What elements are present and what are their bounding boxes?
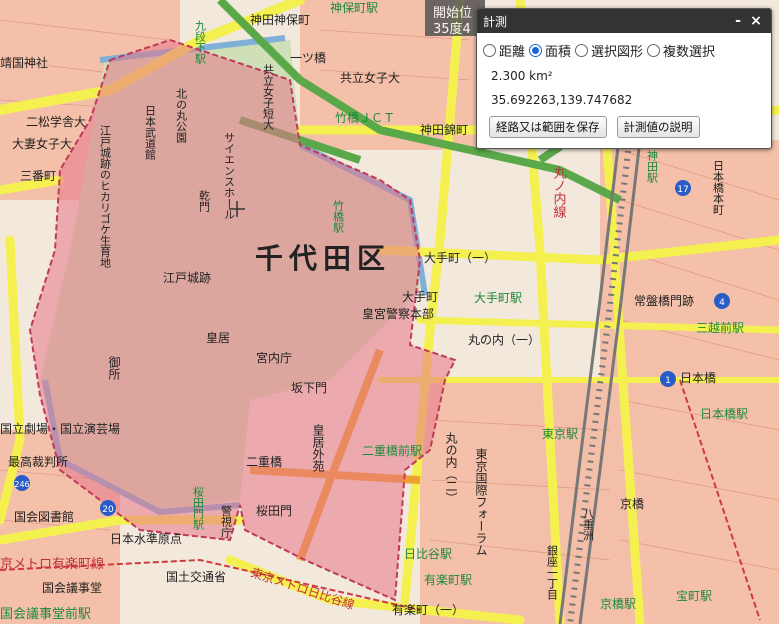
measure-panel-title: 計測 [483,14,508,29]
label-jinbocho-2: 神田神保町 [250,13,310,27]
label-sanbancho: 三番町 [20,169,56,183]
label-kokuritsu: 国立劇場・国立演芸場 [0,421,120,436]
label-kyoritsu: 共立女子大 [340,70,400,85]
mode-area-label: 面積 [545,45,572,60]
mode-selected-shape-label: 選択図形 [591,45,644,60]
label-nihonbashi-sta: 日本橋駅 [700,407,748,421]
label-nijubashimae: 二重橋前駅 [362,443,422,458]
label-marunouchi-line: 丸ノ内線 [551,166,567,218]
radio-area[interactable] [529,44,543,57]
label-otemachi: 大手町 [402,290,438,304]
label-sakuradamon: 桜田門 [256,504,292,518]
label-tokyo-sta: 東京駅 [542,427,578,441]
label-hibiya: 日比谷駅 [404,547,452,561]
svg-text:4: 4 [719,298,725,308]
radio-multi-select[interactable] [647,44,661,57]
mode-radio-group: 距離 面積 選択図形 複数選択 [477,33,771,64]
label-nijubashi: 二重橋 [246,455,282,469]
label-inui: 乾門 [198,190,211,213]
label-saibansho: 最高裁判所 [8,454,68,469]
save-route-button[interactable]: 経路又は範囲を保存 [489,116,607,138]
label-kyoritsu-tandai: 共立女子短大 [262,64,275,130]
label-kyobashi: 京橋 [620,497,644,511]
label-toshokan: 国会図書館 [14,509,74,524]
label-nihonbashi: 日本橋 [680,371,716,385]
label-kunaicho: 宮内庁 [256,350,292,365]
label-kanda-nishiki: 神田錦町 [420,122,468,137]
label-takebashi-jct: 竹橋ＪＣＴ [335,111,395,125]
label-mitsukoshi: 三越前駅 [696,320,744,335]
mode-selected-shape[interactable]: 選択図形 [575,41,643,60]
label-edo-castle: 江戸城跡のヒカリゴケ生育地 [99,125,112,268]
close-button[interactable]: × [747,13,765,29]
label-otemachi1: 大手町（一） [424,251,496,265]
mode-area[interactable]: 面積 [529,41,571,60]
svg-text:1: 1 [665,376,671,386]
label-jinbocho-sta: 神保町駅 [330,1,378,15]
radio-selected-shape[interactable] [575,44,589,57]
label-tokiwabashi: 常盤橋門跡 [634,293,694,308]
label-edojoato: 江戸城跡 [163,270,211,285]
label-marunouchi: 丸の内（一） [468,333,540,347]
label-kokyo: 皇居 [206,331,230,345]
label-keishicho: 警視庁 [220,504,233,538]
mode-distance-label: 距離 [499,45,526,60]
measure-panel: 計測 - × 距離 面積 選択図形 複数選択 2.300 km² 35.6922… [476,8,772,149]
label-yaesu: 八重洲 [582,508,595,541]
label-kokkai: 国会議事堂 [42,581,102,595]
label-sakashita: 坂下門 [291,381,327,395]
mode-multi-select-label: 複数選択 [663,45,716,60]
label-takebashi-sta: 竹橋駅 [332,199,345,234]
svg-text:17: 17 [677,185,688,195]
svg-text:246: 246 [14,480,29,489]
label-ginza: 銀座一丁目 [546,544,559,600]
label-kitanomaru: 北の丸公園 [175,88,188,144]
label-kudanshita-sta: 九段下駅 [194,20,207,65]
svg-text:20: 20 [102,505,114,515]
label-yurakucho-line: 京メトロ有楽町線 [0,556,104,572]
label-kokudo: 国土交通省 [166,569,226,584]
label-kanda-sta: 神田駅 [646,149,659,184]
label-budokan: 日本武道館 [144,105,157,161]
label-kokyo-gaien: 皇居外苑 [311,424,325,473]
minimize-button[interactable]: - [729,13,747,29]
label-takaracho: 宝町駅 [676,589,712,603]
ward-label: 千代田区 [255,242,391,275]
area-value: 2.300 km² [491,69,553,83]
label-nihonbashi-muro: 日本橋本町 [712,160,725,215]
label-yurakucho-sta: 有楽町駅 [424,573,472,587]
measure-panel-header[interactable]: 計測 - × [477,9,771,33]
label-yurakucho1: 有楽町（一） [392,603,464,617]
label-science: サイエンスホール [223,132,236,220]
label-gosho: 御所 [107,355,121,380]
start-position-line2: 35度4 [433,22,471,37]
coordinate-value: 35.692263,139.747682 [491,93,633,107]
label-nishogakusha: 二松学舎大 [26,114,86,129]
mode-multi-select[interactable]: 複数選択 [647,41,715,60]
label-marunouchi2: 丸の内（二） [444,432,458,504]
label-yasukuni: 靖国神社 [0,55,48,70]
label-otsuma: 大妻女子大 [12,136,72,151]
explain-button[interactable]: 計測値の説明 [616,116,700,138]
mode-distance[interactable]: 距離 [483,41,525,60]
label-sakuradamon-sta: 桜田門駅 [192,485,205,531]
label-hitotsubashi: 一ツ橋 [290,51,326,65]
label-kokkaigijido-sta: 国会議事堂前駅 [0,606,91,622]
label-kokusai: 東京国際フォーラム [474,448,488,556]
label-suijun: 日本水準原点 [110,531,182,546]
label-kyobashi-sta: 京橋駅 [600,597,636,611]
label-keisatsu: 皇宮警察本部 [362,306,434,321]
radio-distance[interactable] [483,44,496,57]
label-otemachi-sta: 大手町駅 [474,291,522,305]
